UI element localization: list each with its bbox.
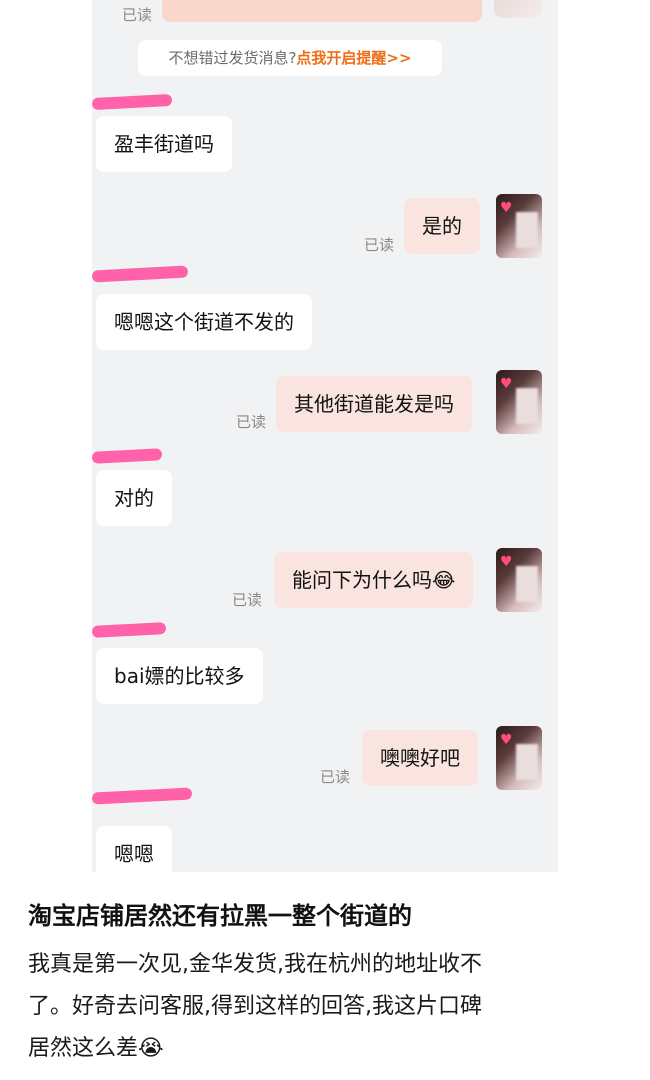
outgoing-message: 其他街道能发是吗 <box>276 376 472 432</box>
post-body-line: 居然这么差😭 <box>28 1036 164 1061</box>
chat-screenshot: 已读 不想错过发货消息?点我开启提醒>> 盈丰街道吗 已读 是的 ♥ 嗯嗯这个街… <box>92 0 558 872</box>
incoming-message: bai嫖的比较多 <box>96 648 263 704</box>
outgoing-message: 噢噢好吧 <box>362 730 478 786</box>
outgoing-message: 是的 <box>404 198 480 254</box>
read-receipt: 已读 <box>364 236 395 254</box>
incoming-message: 盈丰街道吗 <box>96 116 232 172</box>
post-body-line: 我真是第一次见,金华发货,我在杭州的地址收不 <box>28 952 482 977</box>
enable-reminder-link[interactable]: 点我开启提醒>> <box>296 49 411 67</box>
avatar: ♥ <box>496 548 542 612</box>
mosaic-blur <box>516 388 538 424</box>
incoming-message: 嗯嗯 <box>96 826 172 872</box>
heart-icon: ♥ <box>500 732 513 748</box>
shipping-reminder-banner[interactable]: 不想错过发货消息?点我开启提醒>> <box>138 40 442 76</box>
redaction-mark <box>92 265 189 283</box>
avatar: ♥ <box>496 370 542 434</box>
read-receipt: 已读 <box>320 768 351 786</box>
incoming-message: 嗯嗯这个街道不发的 <box>96 294 312 350</box>
heart-icon: ♥ <box>500 200 513 216</box>
reminder-text: 不想错过发货消息? <box>168 49 297 67</box>
post-body-line: 了。好奇去问客服,得到这样的回答,我这片口碑 <box>28 994 482 1019</box>
post-body: 我真是第一次见,金华发货,我在杭州的地址收不 了。好奇去问客服,得到这样的回答,… <box>28 944 623 1070</box>
redaction-mark <box>92 448 163 464</box>
mosaic-blur <box>516 566 538 602</box>
post-title: 淘宝店铺居然还有拉黑一整个街道的 <box>28 902 412 930</box>
read-receipt: 已读 <box>236 413 267 431</box>
avatar <box>494 0 542 18</box>
incoming-message: 对的 <box>96 470 172 526</box>
heart-icon: ♥ <box>500 376 513 392</box>
avatar: ♥ <box>496 726 542 790</box>
outgoing-message: 能问下为什么吗😂 <box>274 552 474 608</box>
read-receipt: 已读 <box>232 591 263 609</box>
redaction-mark <box>92 93 173 111</box>
message-bubble-fragment <box>162 0 482 22</box>
avatar: ♥ <box>496 194 542 258</box>
mosaic-blur <box>516 744 538 780</box>
heart-icon: ♥ <box>500 554 513 570</box>
redaction-mark <box>92 622 167 638</box>
mosaic-blur <box>516 212 538 248</box>
read-receipt: 已读 <box>122 6 153 24</box>
redaction-mark <box>92 787 193 805</box>
